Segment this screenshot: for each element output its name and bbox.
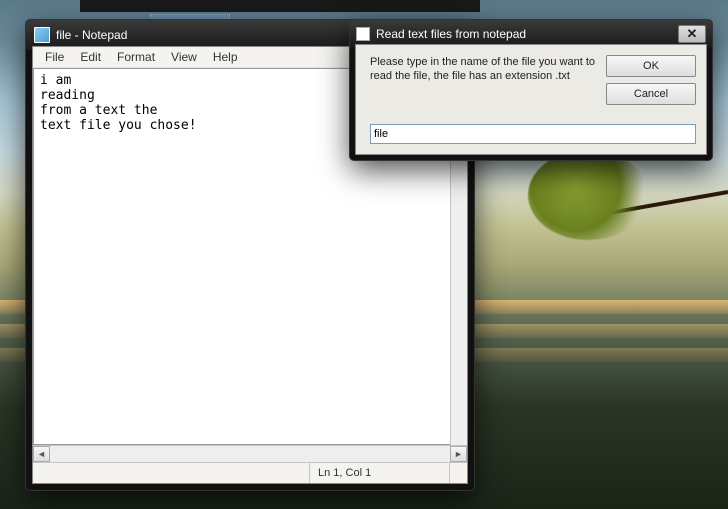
resize-grip-icon[interactable] <box>449 463 467 483</box>
cancel-button[interactable]: Cancel <box>606 83 696 105</box>
notepad-statusbar: Ln 1, Col 1 <box>33 462 467 483</box>
scrollbar-track[interactable] <box>50 446 450 462</box>
dialog-icon <box>356 27 370 41</box>
dialog-title: Read text files from notepad <box>376 27 672 41</box>
scrollbar-horizontal[interactable]: ◄ ► <box>33 445 467 462</box>
notepad-title: file - Notepad <box>56 28 127 42</box>
input-dialog: Read text files from notepad ✕ Please ty… <box>350 20 712 160</box>
menu-help[interactable]: Help <box>205 48 246 66</box>
scrollbar-right-icon[interactable]: ► <box>450 446 467 462</box>
menu-format[interactable]: Format <box>109 48 163 66</box>
menu-view[interactable]: View <box>163 48 205 66</box>
filename-input[interactable] <box>370 124 696 144</box>
menu-file[interactable]: File <box>37 48 72 66</box>
dialog-message: Please type in the name of the file you … <box>370 55 596 105</box>
statusbar-position: Ln 1, Col 1 <box>309 463 449 483</box>
ok-button[interactable]: OK <box>606 55 696 77</box>
notepad-icon <box>34 27 50 43</box>
close-button[interactable]: ✕ <box>678 25 706 43</box>
scrollbar-left-icon[interactable]: ◄ <box>33 446 50 462</box>
menu-edit[interactable]: Edit <box>72 48 109 66</box>
desktop-taskbar-fragment <box>80 0 480 12</box>
close-icon: ✕ <box>687 26 698 42</box>
